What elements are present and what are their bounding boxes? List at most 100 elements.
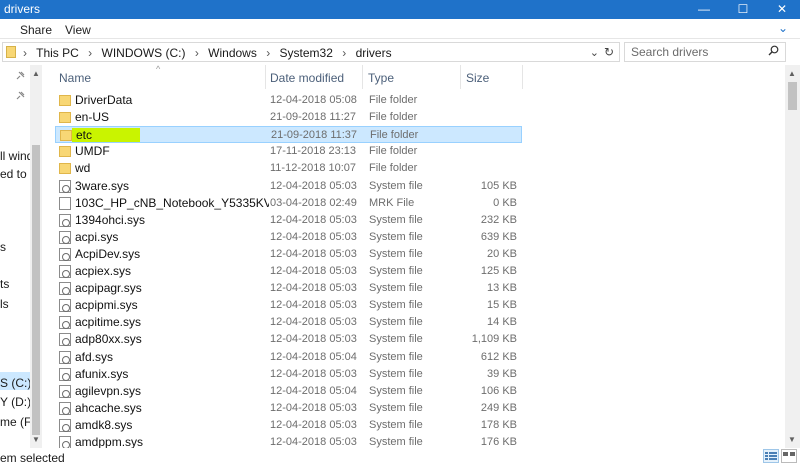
file-size: 106 KB [480,384,517,397]
column-name[interactable]: Name [59,71,91,85]
system-file-icon [59,299,71,313]
file-row[interactable]: amdppm.sys 12-04-2018 05:03 System file 176… [55,434,522,448]
chevron-down-icon[interactable]: ⌄ [590,46,599,59]
scroll-down-icon[interactable]: ▼ [788,435,796,444]
expand-ribbon-icon[interactable]: ⌄ [778,21,788,35]
search-box[interactable] [624,42,786,62]
scroll-up-icon[interactable]: ▲ [788,69,796,78]
column-divider[interactable] [362,65,363,89]
nav-item[interactable]: s [0,240,6,254]
system-file-icon [59,401,71,415]
file-row[interactable]: 1394ohci.sys 12-04-2018 05:03 System file 2… [55,212,522,229]
file-row[interactable]: acpiex.sys 12-04-2018 05:03 System file 125… [55,263,522,280]
file-size: 232 KB [480,213,517,226]
file-name: ahcache.sys [75,400,142,415]
file-list: ^ Name Date modified Type Size DriverDat… [43,65,785,448]
file-row[interactable]: ahcache.sys 12-04-2018 05:03 System file 24… [55,400,522,417]
address-row: › This PC › WINDOWS (C:) › Windows › Sys… [0,39,800,65]
tab-share[interactable]: Share [20,23,52,37]
chevron-right-icon[interactable]: › [88,46,92,60]
crumb-this-pc[interactable]: This PC [36,46,79,60]
folder-row[interactable]: DriverData 12-04-2018 05:08 File folder [55,92,522,109]
details-view-icon[interactable] [763,449,779,463]
maximize-button[interactable]: ☐ [725,0,761,19]
file-date-modified: 12-04-2018 05:03 [270,299,357,312]
file-row[interactable]: 3ware.sys 12-04-2018 05:03 System file 105 … [55,178,522,195]
folder-icon [59,163,71,175]
file-row[interactable]: acpipagr.sys 12-04-2018 05:03 System file 1… [55,280,522,297]
nav-item-drive-c[interactable]: S (C:) [0,376,31,390]
nav-scrollbar[interactable]: ▲ ▼ [30,65,42,448]
file-type: System file [369,179,423,192]
refresh-icon[interactable]: ↻ [604,45,614,59]
nav-item[interactable]: ls [0,297,9,311]
file-row[interactable]: acpi.sys 12-04-2018 05:03 System file 639 K… [55,229,522,246]
column-size[interactable]: Size [466,71,489,85]
close-button[interactable]: ✕ [764,0,800,19]
search-input[interactable] [631,45,761,59]
folder-row[interactable]: wd 11-12-2018 10:07 File folder [55,160,522,177]
tab-view[interactable]: View [65,23,91,37]
file-name: acpi.sys [75,229,119,244]
crumb-system32[interactable]: System32 [280,46,333,60]
file-row[interactable]: amdk8.sys 12-04-2018 05:03 System file 178 … [55,417,522,434]
file-name: acpitime.sys [75,315,142,330]
file-row[interactable]: adp80xx.sys 12-04-2018 05:03 System file 1,… [55,331,522,348]
file-size: 612 KB [480,350,517,363]
file-date-modified: 12-04-2018 05:03 [270,282,357,295]
file-row[interactable]: 103C_HP_cNB_Notebook_Y5335KV_0U_Q...03-0… [55,195,522,212]
file-row[interactable]: acpipmi.sys 12-04-2018 05:03 System file 15… [55,297,522,314]
scroll-down-icon[interactable]: ▼ [32,435,40,444]
file-type: System file [369,282,423,295]
file-size: 13 KB [487,282,517,295]
column-divider[interactable] [265,65,266,89]
column-divider[interactable] [460,65,461,89]
file-row[interactable]: acpitime.sys 12-04-2018 05:03 System file 1… [55,314,522,331]
file-row[interactable]: agilevpn.sys 12-04-2018 05:04 System file 1… [55,383,522,400]
file-type: MRK File [369,196,415,209]
search-icon[interactable] [768,45,779,59]
scroll-up-icon[interactable]: ▲ [32,69,40,78]
file-type: System file [369,316,423,329]
file-scroll-thumb[interactable] [788,82,797,110]
crumb-drivers[interactable]: drivers [356,46,392,60]
nav-item[interactable]: ll wind [0,149,33,163]
chevron-right-icon[interactable]: › [342,46,346,60]
crumb-windows-c[interactable]: WINDOWS (C:) [102,46,186,60]
folder-icon [59,112,71,124]
pin-icon[interactable] [16,71,25,83]
file-date-modified: 12-04-2018 05:03 [270,316,357,329]
folder-row[interactable]: en-US 21-09-2018 11:27 File folder [55,109,522,126]
nav-item[interactable]: ts [0,277,9,291]
file-name: DriverData [75,93,133,107]
column-divider[interactable] [522,65,523,89]
pin-icon[interactable] [16,91,25,103]
file-row[interactable]: AcpiDev.sys 12-04-2018 05:03 System file 20… [55,246,522,263]
large-icons-view-icon[interactable] [781,449,797,463]
file-type: System file [369,213,423,226]
nav-scroll-thumb[interactable] [32,145,40,435]
chevron-right-icon[interactable]: › [195,46,199,60]
file-name: amdppm.sys [75,435,144,448]
file-type: File folder [369,111,418,124]
file-name: wd [75,161,91,176]
file-name: 103C_HP_cNB_Notebook_Y5335KV_0U_Q... [75,195,269,210]
column-date-modified[interactable]: Date modified [270,71,344,85]
file-date-modified: 12-04-2018 05:03 [270,265,357,277]
file-row[interactable]: afunix.sys 12-04-2018 05:03 System file 39 … [55,366,522,383]
folder-row[interactable]: etc 21-09-2018 11:37 File folder [55,126,522,144]
address-bar[interactable]: › This PC › WINDOWS (C:) › Windows › Sys… [2,42,620,62]
file-list-scrollbar[interactable]: ▲ ▼ [785,65,800,448]
file-row[interactable]: afd.sys 12-04-2018 05:04 System file 612 KB [55,349,522,366]
file-size: 1,109 KB [471,333,517,346]
chevron-right-icon[interactable]: › [23,46,27,60]
chevron-right-icon[interactable]: › [266,46,270,60]
crumb-windows[interactable]: Windows [208,46,257,60]
file-name: acpipagr.sys [75,281,142,296]
nav-item-drive-d[interactable]: Y (D:) [0,395,31,409]
column-type[interactable]: Type [368,71,394,85]
folder-row[interactable]: UMDF 17-11-2018 23:13 File folder [55,143,522,160]
file-date-modified: 21-09-2018 11:37 [271,129,358,142]
minimize-button[interactable]: — [686,0,722,19]
file-date-modified: 03-04-2018 02:49 [270,196,357,209]
